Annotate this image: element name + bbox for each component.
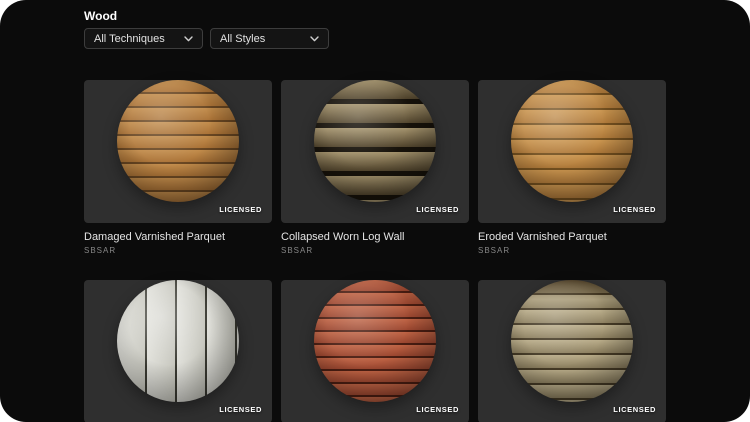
material-preview: LICENSED bbox=[281, 280, 469, 422]
material-title: Damaged Varnished Parquet bbox=[84, 231, 226, 243]
material-preview: LICENSED bbox=[281, 80, 469, 223]
material-sphere bbox=[511, 80, 633, 202]
material-card[interactable]: LICENSED Collapsed Worn Log Wall SBSAR bbox=[281, 62, 469, 256]
material-card[interactable]: LICENSED Painted Wood Deck SBSAR bbox=[84, 262, 272, 422]
material-preview: LICENSED bbox=[478, 80, 666, 223]
techniques-filter-dropdown[interactable]: All Techniques bbox=[84, 28, 203, 49]
licensed-badge: LICENSED bbox=[416, 405, 459, 414]
chevron-down-icon bbox=[310, 35, 319, 41]
chevron-down-icon bbox=[184, 35, 193, 41]
material-sphere bbox=[314, 80, 436, 202]
material-card[interactable]: LICENSED Worn Painted Wood Siding SBSAR bbox=[281, 262, 469, 422]
material-preview: LICENSED bbox=[84, 80, 272, 223]
licensed-badge: LICENSED bbox=[613, 205, 656, 214]
licensed-badge: LICENSED bbox=[416, 205, 459, 214]
material-format: SBSAR bbox=[84, 246, 117, 255]
styles-filter-dropdown[interactable]: All Styles bbox=[210, 28, 329, 49]
licensed-badge: LICENSED bbox=[219, 405, 262, 414]
material-card[interactable]: LICENSED Raw Wood Shiplap Wall SBSAR bbox=[478, 262, 666, 422]
material-sphere bbox=[117, 80, 239, 202]
material-preview: LICENSED bbox=[84, 280, 272, 422]
material-title: Collapsed Worn Log Wall bbox=[281, 231, 405, 243]
filter-bar: All Techniques All Styles bbox=[84, 28, 329, 49]
material-sphere bbox=[117, 280, 239, 402]
material-sphere bbox=[314, 280, 436, 402]
materials-grid: LICENSED Damaged Varnished Parquet SBSAR… bbox=[84, 62, 666, 422]
licensed-badge: LICENSED bbox=[613, 405, 656, 414]
licensed-badge: LICENSED bbox=[219, 205, 262, 214]
material-format: SBSAR bbox=[281, 246, 314, 255]
material-card[interactable]: LICENSED Damaged Varnished Parquet SBSAR bbox=[84, 62, 272, 256]
material-title: Eroded Varnished Parquet bbox=[478, 231, 607, 243]
materials-panel: Wood All Techniques All Styles LICENSED … bbox=[0, 0, 750, 422]
material-card[interactable]: LICENSED Eroded Varnished Parquet SBSAR bbox=[478, 62, 666, 256]
material-sphere bbox=[511, 280, 633, 402]
page-title: Wood bbox=[84, 9, 118, 23]
material-format: SBSAR bbox=[478, 246, 511, 255]
techniques-filter-label: All Techniques bbox=[94, 32, 165, 45]
styles-filter-label: All Styles bbox=[220, 32, 266, 45]
material-preview: LICENSED bbox=[478, 280, 666, 422]
